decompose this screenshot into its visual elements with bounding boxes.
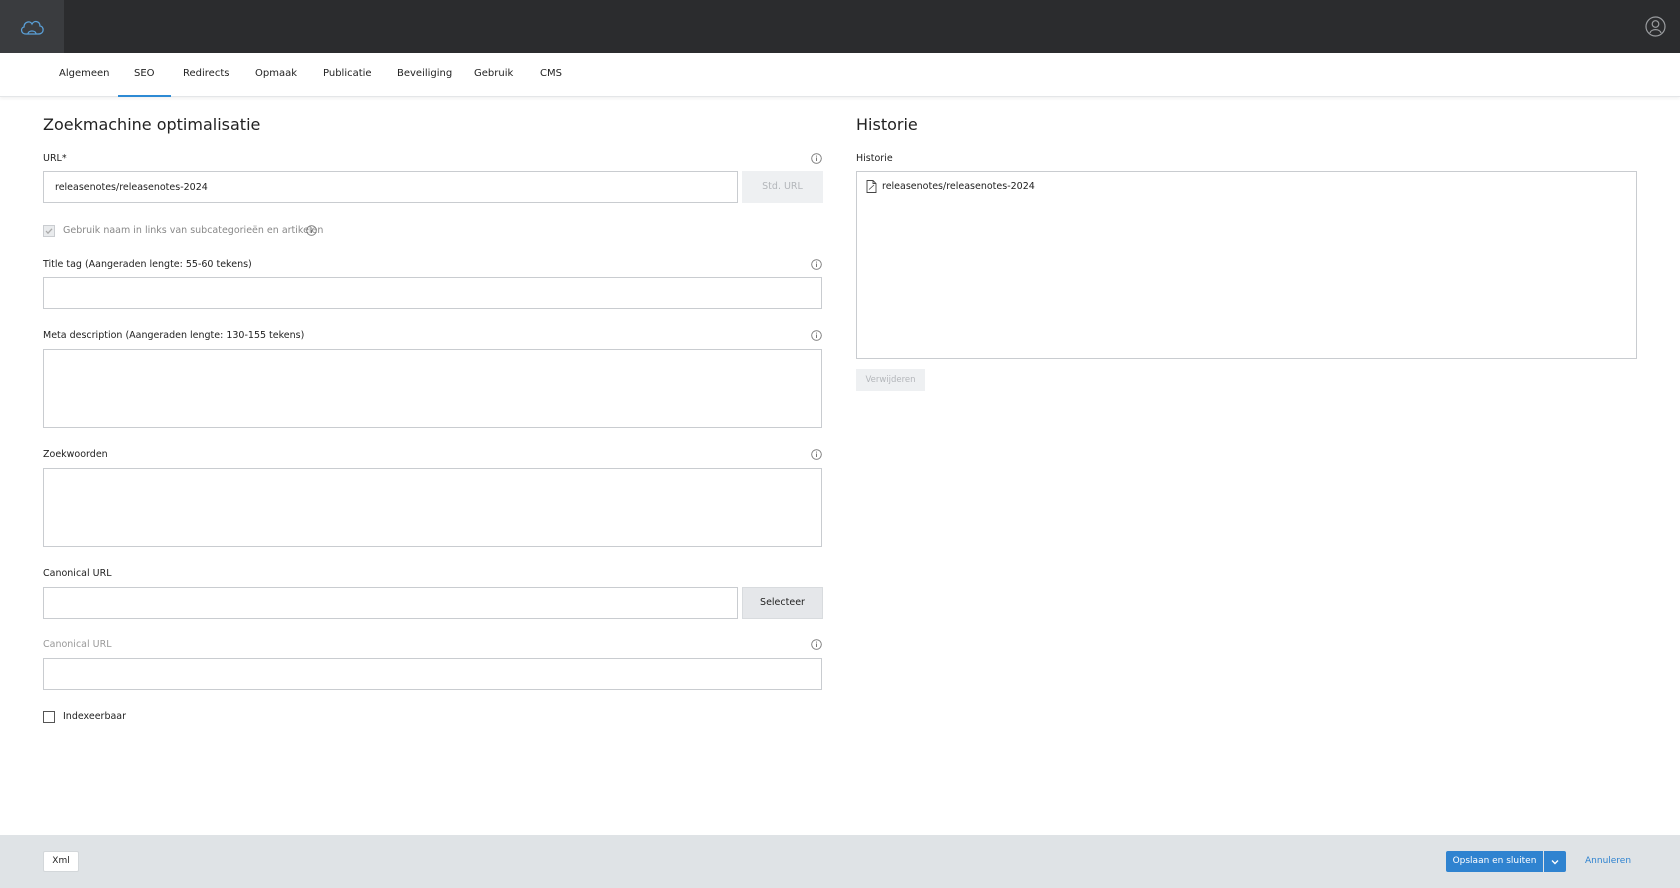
- app-logo[interactable]: [0, 0, 64, 53]
- xml-button[interactable]: Xml: [43, 851, 79, 872]
- save-options-dropdown[interactable]: [1544, 851, 1566, 872]
- tab-bar: Algemeen SEO Redirects Opmaak Publicatie…: [0, 53, 1680, 97]
- use-name-checkbox[interactable]: [43, 225, 55, 237]
- keywords-label: Zoekwoorden: [43, 449, 108, 460]
- indexable-checkbox[interactable]: [43, 711, 55, 723]
- meta-description-label: Meta description (Aangeraden lengte: 130…: [43, 330, 305, 341]
- history-list[interactable]: releasenotes/releasenotes-2024: [856, 171, 1637, 359]
- save-and-close-button[interactable]: Opslaan en sluiten: [1446, 851, 1543, 872]
- info-icon[interactable]: [811, 449, 822, 460]
- canonical-url-override-label: Canonical URL: [43, 639, 112, 650]
- footer-bar: Xml Opslaan en sluiten Annuleren: [0, 835, 1680, 888]
- tab-redirects[interactable]: Redirects: [183, 53, 229, 97]
- top-bar: [0, 0, 1680, 53]
- history-item-label: releasenotes/releasenotes-2024: [882, 181, 1035, 192]
- canonical-url-label: Canonical URL: [43, 568, 112, 579]
- info-icon[interactable]: [811, 330, 822, 341]
- canonical-url-input[interactable]: [43, 587, 738, 619]
- file-icon: [866, 180, 877, 193]
- cloud-logo-icon: [20, 20, 44, 35]
- info-icon[interactable]: [811, 639, 822, 650]
- url-label: URL*: [43, 153, 67, 164]
- url-input[interactable]: [43, 171, 738, 203]
- tab-algemeen[interactable]: Algemeen: [59, 53, 110, 97]
- info-icon[interactable]: [811, 259, 822, 270]
- select-canonical-button[interactable]: Selecteer: [742, 587, 823, 619]
- history-list-label: Historie: [856, 153, 893, 164]
- title-tag-input[interactable]: [43, 277, 822, 309]
- title-tag-label: Title tag (Aangeraden lengte: 55-60 teke…: [43, 259, 252, 270]
- history-section-title: Historie: [856, 115, 918, 134]
- user-circle-icon: [1645, 16, 1666, 37]
- user-menu-button[interactable]: [1645, 16, 1666, 37]
- tab-beveiliging[interactable]: Beveiliging: [397, 53, 452, 97]
- indexable-label: Indexeerbaar: [63, 711, 127, 722]
- use-name-label: Gebruik naam in links van subcategorieën…: [63, 225, 324, 236]
- tab-publicatie[interactable]: Publicatie: [323, 53, 372, 97]
- canonical-url-override-input[interactable]: [43, 658, 822, 690]
- tab-cms[interactable]: CMS: [540, 53, 562, 97]
- meta-description-textarea[interactable]: [43, 349, 822, 428]
- info-icon[interactable]: [306, 225, 317, 236]
- cancel-link[interactable]: Annuleren: [1585, 851, 1631, 872]
- delete-history-button[interactable]: Verwijderen: [856, 369, 925, 391]
- chevron-down-icon: [1551, 859, 1559, 864]
- checkmark-icon: [45, 228, 53, 235]
- tab-opmaak[interactable]: Opmaak: [255, 53, 297, 97]
- list-item[interactable]: releasenotes/releasenotes-2024: [866, 180, 1035, 193]
- std-url-button[interactable]: Std. URL: [742, 171, 823, 203]
- tab-seo[interactable]: SEO: [118, 53, 170, 97]
- seo-section-title: Zoekmachine optimalisatie: [43, 115, 261, 134]
- tab-gebruik[interactable]: Gebruik: [474, 53, 513, 97]
- info-icon[interactable]: [811, 153, 822, 164]
- keywords-textarea[interactable]: [43, 468, 822, 547]
